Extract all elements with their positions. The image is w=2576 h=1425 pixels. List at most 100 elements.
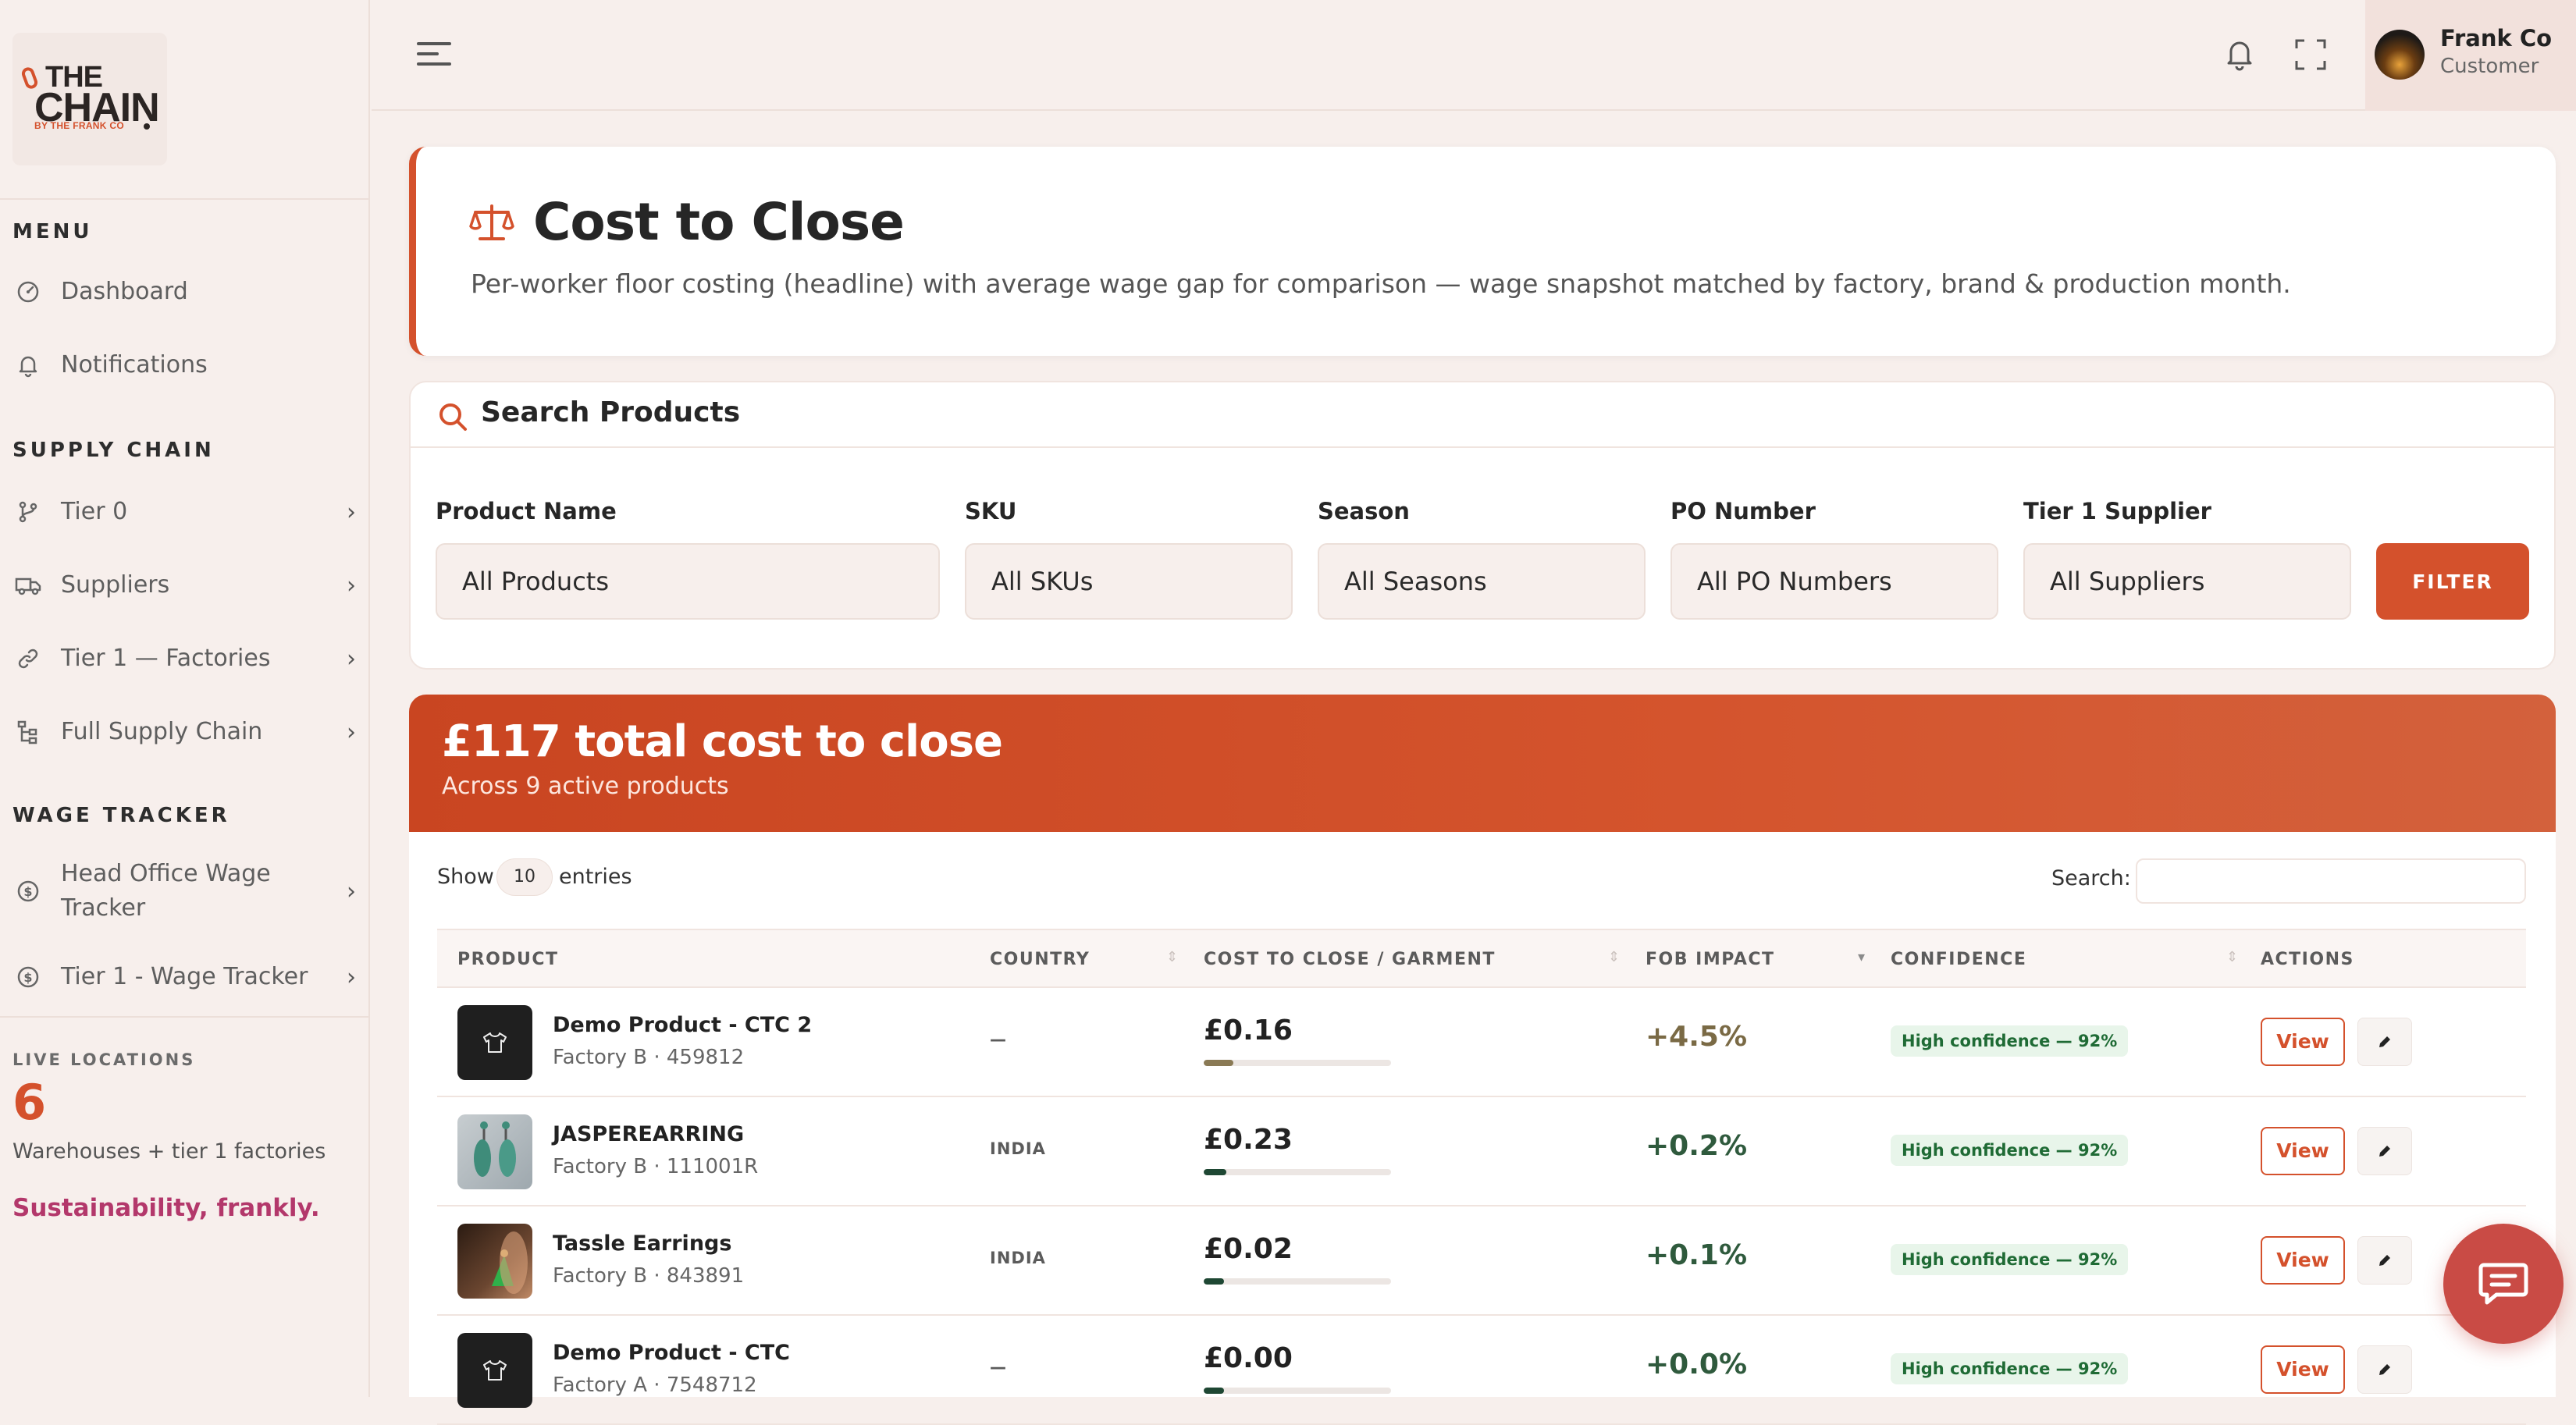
fullscreen-icon[interactable] bbox=[2293, 37, 2328, 72]
confidence-badge: High confidence — 92% bbox=[1891, 1135, 2129, 1166]
user-role: Customer bbox=[2440, 55, 2539, 78]
product-name[interactable]: Demo Product - CTC 2 bbox=[553, 1013, 812, 1037]
menu-toggle-icon[interactable] bbox=[417, 42, 451, 69]
sidebar-item-dashboard[interactable]: Dashboard bbox=[12, 275, 356, 309]
table-row: Tassle Earrings Factory B · 843891 INDIA… bbox=[437, 1206, 2526, 1316]
fob-impact-value: +0.2% bbox=[1646, 1130, 1748, 1162]
total-cost-title: £117 total cost to close bbox=[442, 716, 1003, 767]
product-name[interactable]: Demo Product - CTC bbox=[553, 1341, 790, 1365]
hierarchy-icon bbox=[12, 716, 44, 748]
po-number-select[interactable]: All PO Numbers bbox=[1670, 543, 1998, 620]
supply-chain-heading: SUPPLY CHAIN bbox=[12, 439, 215, 462]
edit-button[interactable] bbox=[2357, 1236, 2412, 1285]
link-icon bbox=[12, 643, 44, 674]
sort-icon: ⇕ bbox=[1608, 949, 1621, 965]
column-header-product[interactable]: PRODUCT bbox=[457, 930, 559, 990]
sidebar-item-label: Tier 1 — Factories bbox=[61, 645, 271, 672]
sidebar-item-label: Suppliers bbox=[61, 571, 170, 599]
live-locations-label: LIVE LOCATIONS bbox=[12, 1050, 196, 1069]
fob-impact-value: +4.5% bbox=[1646, 1021, 1748, 1053]
fob-impact-value: +0.1% bbox=[1646, 1239, 1748, 1271]
table-search-input[interactable] bbox=[2136, 858, 2526, 904]
cost-to-close-bar-fill bbox=[1204, 1060, 1234, 1066]
cost-to-close-value: £0.02 bbox=[1204, 1233, 1293, 1265]
chevron-right-icon: › bbox=[347, 963, 356, 991]
product-name[interactable]: JASPEREARRING bbox=[553, 1122, 744, 1146]
divider bbox=[0, 1016, 370, 1018]
column-header-country[interactable]: COUNTRY bbox=[990, 930, 1090, 990]
edit-button[interactable] bbox=[2357, 1018, 2412, 1066]
table-search-label: Search: bbox=[2051, 866, 2131, 890]
chevron-right-icon: › bbox=[347, 718, 356, 746]
menu-heading: MENU bbox=[12, 220, 93, 243]
sku-label: SKU bbox=[965, 498, 1017, 524]
product-name-select[interactable]: All Products bbox=[436, 543, 940, 620]
product-name[interactable]: Tassle Earrings bbox=[553, 1231, 731, 1256]
entries-label: entries bbox=[559, 865, 632, 889]
product-name-label: Product Name bbox=[436, 498, 617, 524]
show-label: Show bbox=[437, 865, 494, 889]
edit-button[interactable] bbox=[2357, 1127, 2412, 1175]
fob-impact-value: +0.0% bbox=[1646, 1349, 1748, 1381]
product-thumbnail bbox=[457, 1224, 532, 1299]
sidebar-item-tier-1-wage-tracker[interactable]: $ Tier 1 - Wage Tracker › bbox=[12, 960, 356, 994]
pencil-icon bbox=[2379, 1146, 2390, 1157]
chat-bubble-icon bbox=[2478, 1263, 2528, 1305]
sidebar-item-tier-0[interactable]: Tier 0 › bbox=[12, 495, 356, 529]
cost-to-close-bar-fill bbox=[1204, 1278, 1225, 1285]
view-button[interactable]: View bbox=[2261, 1018, 2345, 1066]
user-menu[interactable]: Frank Co Customer bbox=[2365, 0, 2576, 111]
chevron-right-icon: › bbox=[347, 645, 356, 673]
tier-1-supplier-select[interactable]: All Suppliers bbox=[2023, 543, 2351, 620]
page-header-card: Cost to Close Per-worker floor costing (… bbox=[409, 147, 2556, 356]
svg-text:$: $ bbox=[23, 970, 32, 985]
product-factory: Factory B · 459812 bbox=[553, 1046, 745, 1069]
search-card-title: Search Products bbox=[481, 396, 741, 428]
view-button[interactable]: View bbox=[2261, 1345, 2345, 1394]
sidebar-item-label: Head Office Wage Tracker bbox=[61, 860, 271, 922]
column-header-cost-to-close[interactable]: COST TO CLOSE / GARMENT bbox=[1204, 930, 1496, 990]
coin-icon: $ bbox=[12, 876, 44, 907]
sidebar-item-label: Tier 0 bbox=[61, 498, 128, 525]
sidebar-item-full-supply-chain[interactable]: Full Supply Chain › bbox=[12, 715, 356, 749]
cost-to-close-bar bbox=[1204, 1388, 1391, 1394]
chat-button[interactable] bbox=[2443, 1224, 2564, 1344]
sidebar-item-suppliers[interactable]: Suppliers › bbox=[12, 568, 356, 602]
sidebar-item-notifications[interactable]: Notifications bbox=[12, 348, 356, 382]
confidence-badge: High confidence — 92% bbox=[1891, 1353, 2129, 1384]
total-cost-subtitle: Across 9 active products bbox=[442, 773, 729, 800]
view-button[interactable]: View bbox=[2261, 1236, 2345, 1285]
gauge-icon bbox=[12, 276, 44, 307]
cost-to-close-value: £0.16 bbox=[1204, 1015, 1293, 1047]
product-country: — bbox=[990, 1358, 1007, 1377]
filter-button[interactable]: FILTER bbox=[2376, 543, 2529, 620]
branch-icon bbox=[12, 496, 44, 528]
chevron-right-icon: › bbox=[347, 498, 356, 526]
products-table-card: Show 10 entries Search: PRODUCT COUNTRY … bbox=[409, 832, 2556, 1425]
sidebar: THE CHAIN BY THE FRANK CO MENU Dashboard… bbox=[0, 0, 370, 1397]
sidebar-item-tier-1-factories[interactable]: Tier 1 — Factories › bbox=[12, 641, 356, 676]
season-select[interactable]: All Seasons bbox=[1318, 543, 1646, 620]
product-factory: Factory B · 111001R bbox=[553, 1155, 759, 1178]
entries-per-page-select[interactable]: 10 bbox=[496, 858, 553, 896]
sidebar-item-head-office-wage-tracker[interactable]: $ Head Office Wage Tracker › bbox=[12, 857, 356, 926]
sku-select[interactable]: All SKUs bbox=[965, 543, 1293, 620]
column-header-actions: ACTIONS bbox=[2261, 950, 2354, 969]
cost-to-close-bar-fill bbox=[1204, 1388, 1225, 1394]
notifications-bell-icon[interactable] bbox=[2220, 34, 2259, 73]
product-thumbnail bbox=[457, 1005, 532, 1080]
cost-to-close-bar bbox=[1204, 1169, 1391, 1175]
view-button[interactable]: View bbox=[2261, 1127, 2345, 1175]
truck-icon bbox=[12, 570, 44, 601]
sidebar-item-label: Notifications bbox=[61, 351, 208, 378]
cost-to-close-bar bbox=[1204, 1060, 1391, 1066]
cost-to-close-bar-fill bbox=[1204, 1169, 1226, 1175]
sort-descending-icon: ▾ bbox=[1858, 949, 1866, 965]
edit-button[interactable] bbox=[2357, 1345, 2412, 1394]
brand-logo[interactable]: THE CHAIN BY THE FRANK CO bbox=[12, 33, 167, 165]
search-products-card: Search Products Product Name SKU Season … bbox=[409, 381, 2556, 670]
column-header-fob-impact[interactable]: FOB IMPACT bbox=[1646, 930, 1775, 990]
confidence-badge: High confidence — 92% bbox=[1891, 1244, 2129, 1275]
product-factory: Factory A · 7548712 bbox=[553, 1373, 757, 1397]
column-header-confidence[interactable]: CONFIDENCE bbox=[1891, 930, 2026, 990]
